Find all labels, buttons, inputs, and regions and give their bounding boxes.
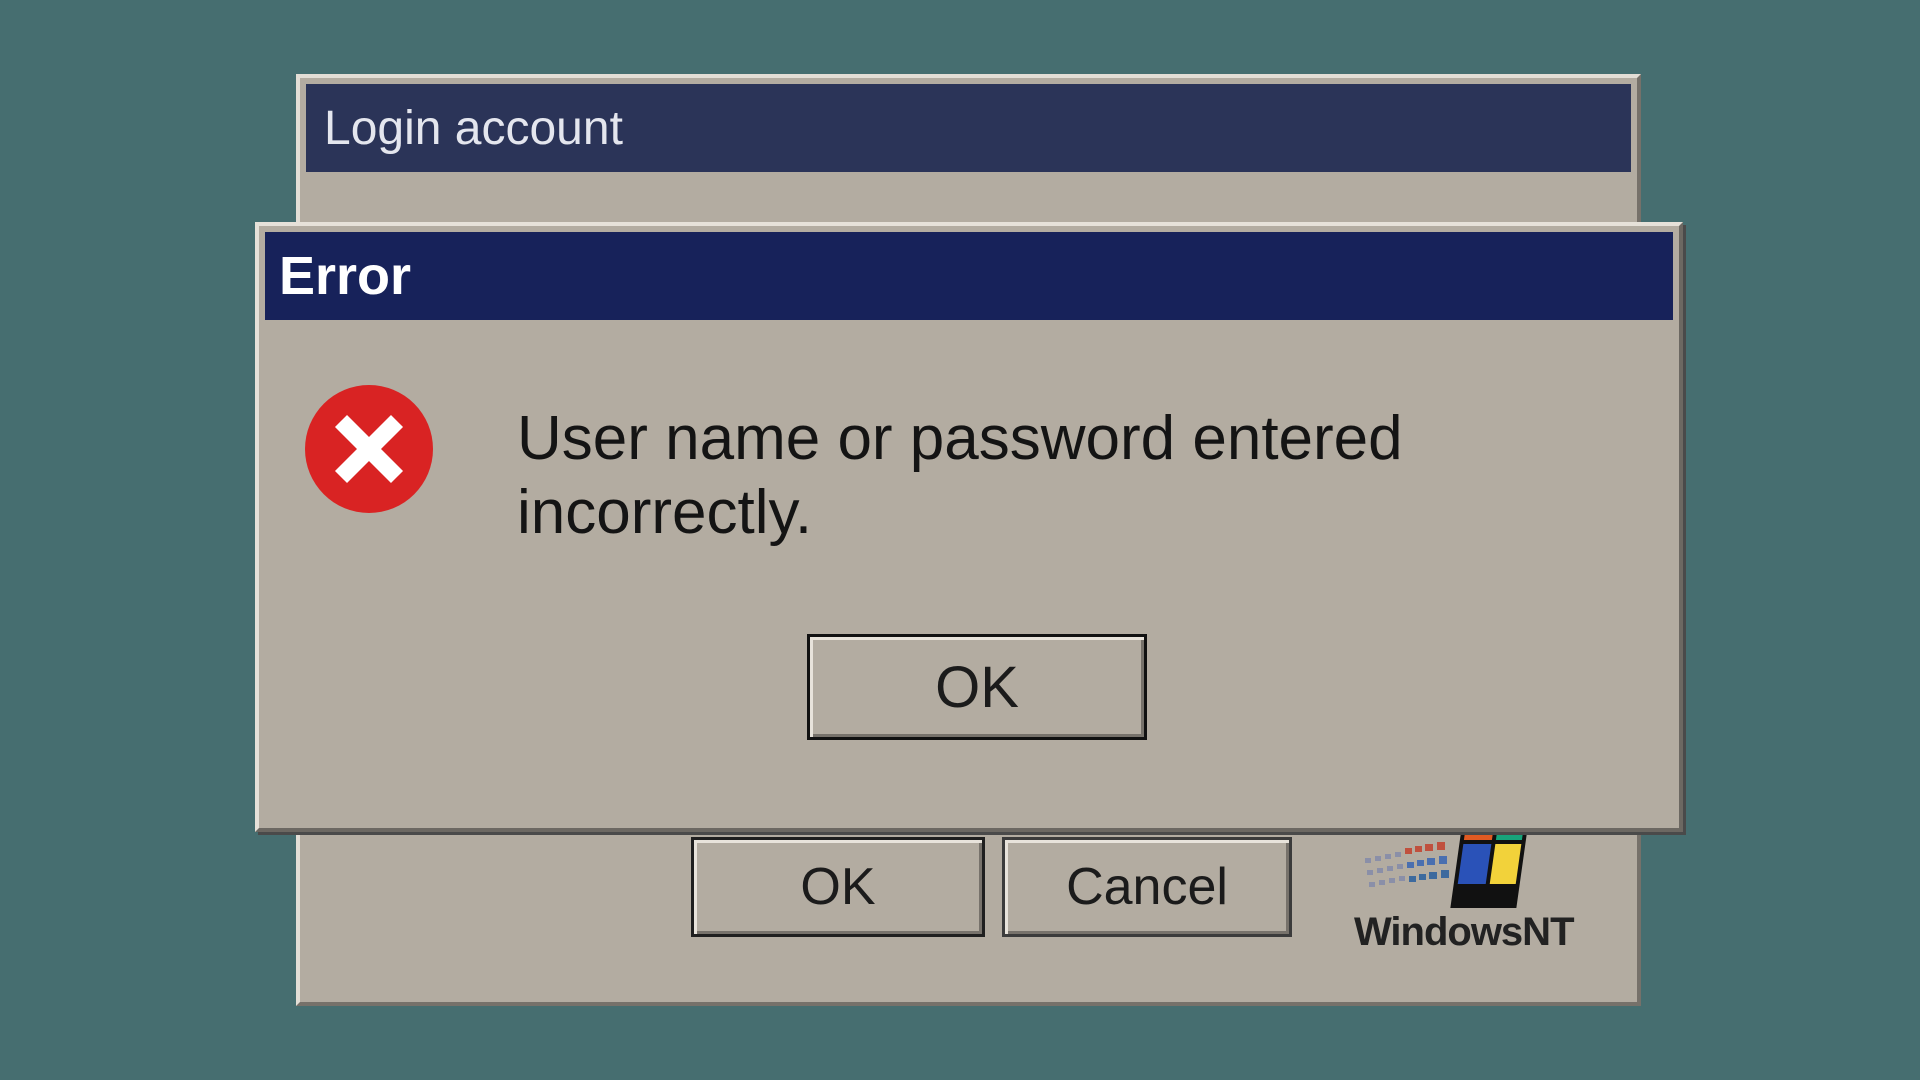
- login-cancel-button[interactable]: Cancel: [1002, 837, 1292, 937]
- windows-nt-wordmark: WindowsNT: [1354, 910, 1574, 954]
- error-ok-button[interactable]: OK: [807, 634, 1147, 740]
- error-titlebar[interactable]: Error: [265, 232, 1673, 320]
- desktop: Login account OK Cancel WindowsNT Error …: [0, 0, 1920, 1080]
- error-dialog-title: Error: [279, 246, 412, 306]
- login-titlebar[interactable]: Login account: [306, 84, 1631, 172]
- error-dialog: Error User name or password entered inco…: [255, 222, 1683, 832]
- error-x-icon: [305, 385, 433, 513]
- login-window-title: Login account: [324, 101, 623, 155]
- error-message: User name or password entered incorrectl…: [517, 404, 1403, 547]
- login-ok-button[interactable]: OK: [691, 837, 985, 937]
